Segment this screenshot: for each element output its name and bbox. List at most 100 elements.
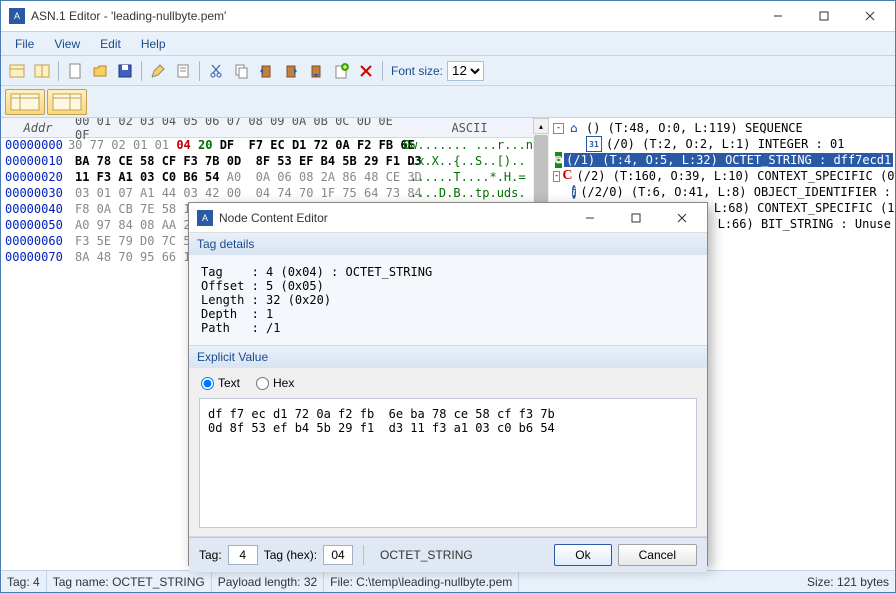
window-title: ASN.1 Editor - 'leading-nullbyte.pem': [31, 9, 755, 23]
value-textbox[interactable]: df f7 ec d1 72 0a f2 fb 6e ba 78 ce 58 c…: [199, 398, 697, 528]
tree-expand-icon[interactable]: -: [553, 123, 564, 134]
tree-row[interactable]: ⧉(/1) (T:4, O:5, L:32) OCTET_STRING : df…: [551, 152, 893, 168]
hex-addr: 00000040: [1, 202, 71, 218]
tree-home-icon: ⌂: [566, 120, 582, 136]
tag-dec-label: Tag:: [199, 548, 222, 562]
add-node-icon[interactable]: [329, 59, 353, 83]
status-size: Size: 121 bytes: [801, 571, 895, 592]
status-file: File: C:\temp\leading-nullbyte.pem: [324, 571, 519, 592]
hex-row[interactable]: 0000000030 77 02 01 01 04 20 DF F7 EC D1…: [1, 138, 533, 154]
hex-header: Addr 00 01 02 03 04 05 06 07 08 09 0A 0B…: [1, 118, 533, 138]
radio-hex-input[interactable]: [256, 377, 269, 390]
tree-label: (/2/0) (T:6, O:41, L:8) OBJECT_IDENTIFIE…: [578, 185, 893, 199]
toolbar-view1-icon[interactable]: [5, 59, 29, 83]
maximize-button[interactable]: [801, 1, 847, 31]
dialog-close-button[interactable]: [659, 203, 705, 233]
statusbar: Tag: 4 Tag name: OCTET_STRING Payload le…: [1, 570, 895, 592]
viewmode-bar: [1, 85, 895, 117]
toolbar-sep: [58, 61, 59, 81]
app-icon: A: [9, 8, 25, 24]
hex-addr: 00000000: [1, 138, 64, 154]
viewmode-hex-icon[interactable]: [5, 89, 45, 115]
explicit-value-title: Explicit Value: [189, 346, 707, 368]
minimize-button[interactable]: [755, 1, 801, 31]
hex-addr: 00000060: [1, 234, 71, 250]
paste-after-icon[interactable]: [279, 59, 303, 83]
hex-row[interactable]: 0000003003 01 07 A1 44 03 42 00 04 74 70…: [1, 186, 533, 202]
tree-n31-icon: 31: [586, 136, 602, 152]
hex-addr: 00000050: [1, 218, 71, 234]
hex-addr: 00000020: [1, 170, 71, 186]
tree-redc-icon: C: [562, 168, 572, 184]
scroll-up-icon[interactable]: ▴: [533, 118, 549, 134]
dialog-sep: [363, 545, 364, 565]
open-file-icon[interactable]: [88, 59, 112, 83]
tree-label: (/1) (T:4, O:5, L:32) OCTET_STRING : dff…: [564, 153, 893, 167]
cut-icon[interactable]: [204, 59, 228, 83]
menu-view[interactable]: View: [44, 35, 90, 53]
toolbar-sep: [199, 61, 200, 81]
tag-details-title: Tag details: [189, 233, 707, 255]
dialog-maximize-button[interactable]: [613, 203, 659, 233]
main-titlebar: A ASN.1 Editor - 'leading-nullbyte.pem': [1, 1, 895, 31]
tree-label: (/2) (T:160, O:39, L:10) CONTEXT_SPECIFI…: [575, 169, 895, 183]
menu-help[interactable]: Help: [131, 35, 176, 53]
paste-before-icon[interactable]: [254, 59, 278, 83]
tag-hex-label: Tag (hex):: [264, 548, 317, 562]
dialog-bottom-bar: Tag: Tag (hex): OCTET_STRING Ok Cancel: [189, 537, 707, 572]
hex-addr: 00000070: [1, 250, 71, 266]
edit-icon[interactable]: [146, 59, 170, 83]
radio-text-input[interactable]: [201, 377, 214, 390]
ok-button[interactable]: Ok: [554, 544, 611, 566]
status-payload: Payload length: 32: [212, 571, 324, 592]
tag-name-display: OCTET_STRING: [374, 548, 548, 562]
dialog-titlebar: A Node Content Editor: [189, 203, 707, 233]
font-size-control: Font size: 12: [387, 61, 488, 81]
hex-ascii-header: ASCII: [406, 121, 533, 135]
hex-row[interactable]: 0000002011 F3 A1 03 C0 B6 54 A0 0A 06 08…: [1, 170, 533, 186]
cancel-button[interactable]: Cancel: [618, 544, 697, 566]
tree-info-icon: i: [572, 185, 577, 199]
toolbar-sep: [382, 61, 383, 81]
menu-file[interactable]: File: [5, 35, 44, 53]
viewmode-tree-icon[interactable]: [47, 89, 87, 115]
hex-row[interactable]: 00000010BA 78 CE 58 CF F3 7B 0D 8F 53 EF…: [1, 154, 533, 170]
new-file-icon[interactable]: [63, 59, 87, 83]
hex-addr: 00000010: [1, 154, 71, 170]
toolbar: Font size: 12: [1, 55, 895, 85]
hex-ascii: ....D.B..tp.uds.: [406, 186, 533, 202]
tree-row[interactable]: 31(/0) (T:2, O:2, L:1) INTEGER : 01: [551, 136, 893, 152]
hex-addr: 00000030: [1, 186, 71, 202]
menubar: File View Edit Help: [1, 31, 895, 55]
dialog-minimize-button[interactable]: [567, 203, 613, 233]
radio-text[interactable]: Text: [201, 376, 240, 390]
close-button[interactable]: [847, 1, 893, 31]
tag-dec-input[interactable]: [228, 545, 258, 565]
tag-details-section: Tag details Tag : 4 (0x04) : OCTET_STRIN…: [189, 233, 707, 346]
delete-icon[interactable]: [354, 59, 378, 83]
tag-hex-input[interactable]: [323, 545, 353, 565]
notes-icon[interactable]: [171, 59, 195, 83]
hex-ascii: .x.X..{..S..[)..: [406, 154, 533, 170]
tree-label: (/0) (T:2, O:2, L:1) INTEGER : 01: [604, 137, 846, 151]
toolbar-view2-icon[interactable]: [30, 59, 54, 83]
save-file-icon[interactable]: [113, 59, 137, 83]
hex-bytes: 03 01 07 A1 44 03 42 00 04 74 70 1F 75 6…: [71, 186, 406, 202]
node-content-editor-dialog: A Node Content Editor Tag details Tag : …: [188, 202, 708, 566]
explicit-value-section: Explicit Value Text Hex df f7 ec d1 72 0…: [189, 346, 707, 537]
tree-row[interactable]: -C(/2) (T:160, O:39, L:10) CONTEXT_SPECI…: [551, 168, 893, 184]
hex-ascii: 0w....... ...r...n: [399, 138, 533, 154]
status-tag-name: Tag name: OCTET_STRING: [47, 571, 212, 592]
tree-row[interactable]: i(/2/0) (T:6, O:41, L:8) OBJECT_IDENTIFI…: [551, 184, 893, 200]
paste-child-icon[interactable]: [304, 59, 328, 83]
hex-bytes: 11 F3 A1 03 C0 B6 54 A0 0A 06 08 2A 86 4…: [71, 170, 406, 186]
tree-expand-icon[interactable]: -: [553, 171, 560, 182]
font-size-select[interactable]: 12: [447, 61, 484, 81]
hex-ascii: ......T....*.H.=: [406, 170, 533, 186]
font-size-label: Font size:: [391, 64, 443, 78]
value-format-radios: Text Hex: [189, 368, 707, 394]
copy-icon[interactable]: [229, 59, 253, 83]
radio-hex[interactable]: Hex: [256, 376, 294, 390]
menu-edit[interactable]: Edit: [90, 35, 131, 53]
tree-row[interactable]: -⌂() (T:48, O:0, L:119) SEQUENCE: [551, 120, 893, 136]
